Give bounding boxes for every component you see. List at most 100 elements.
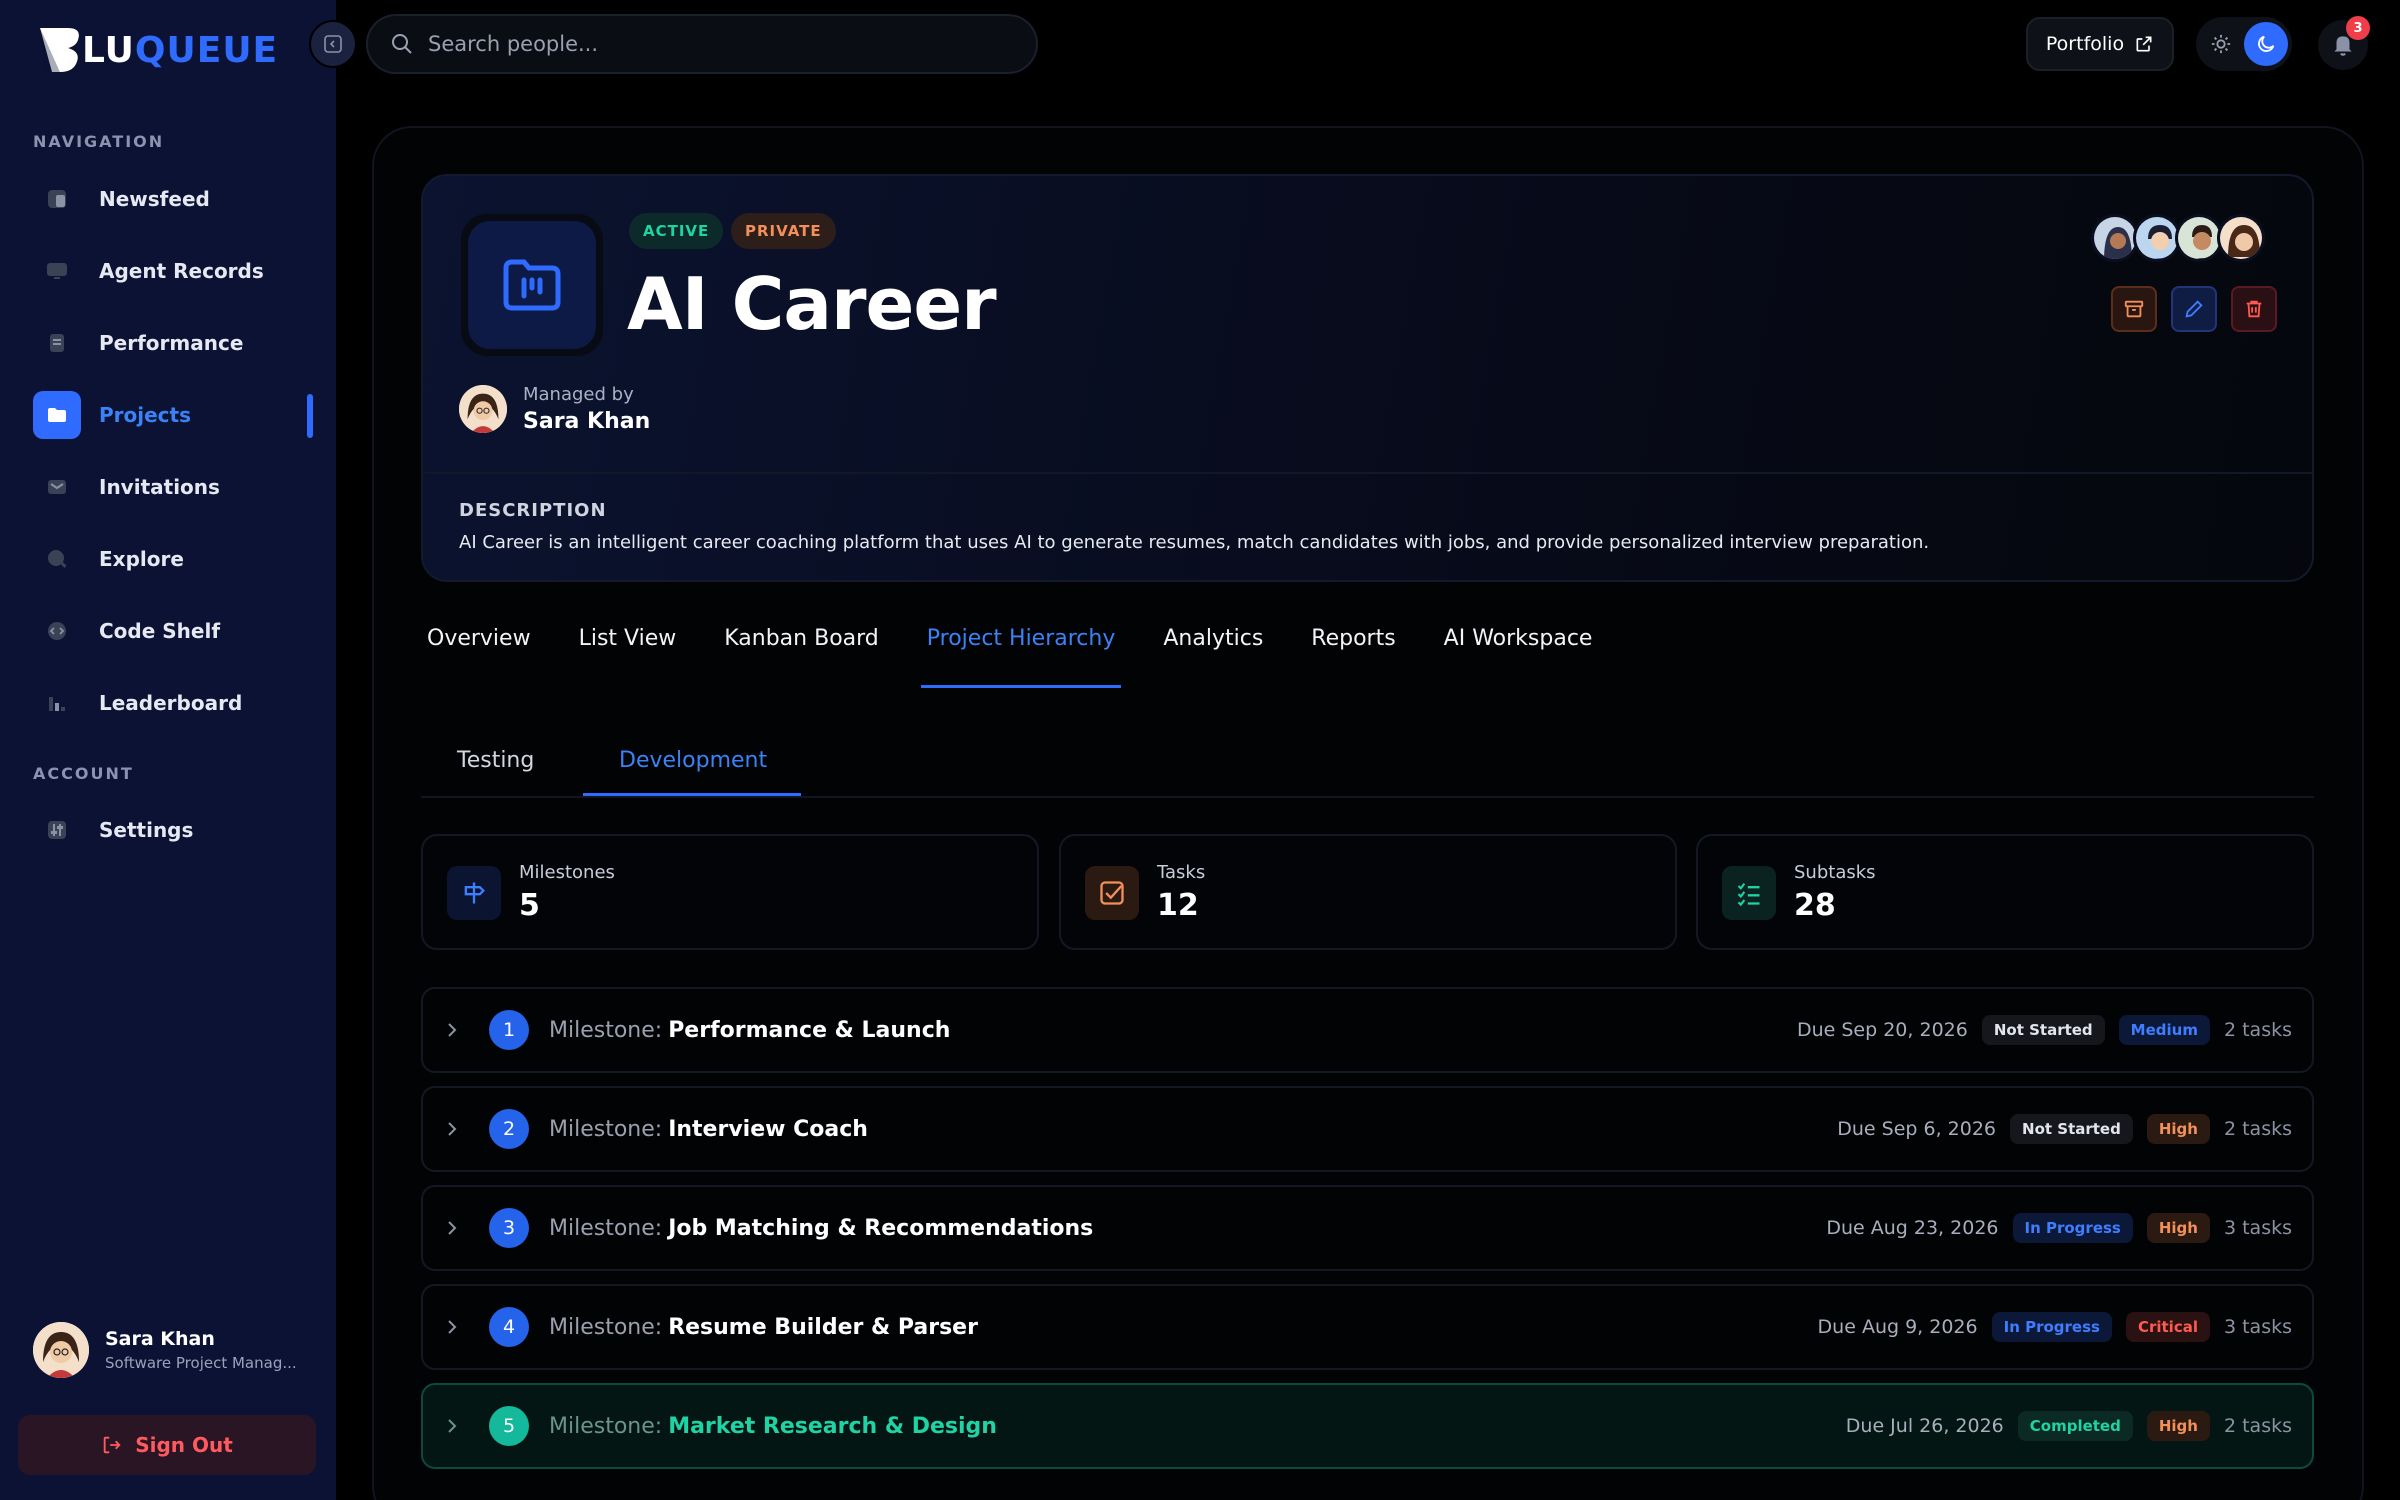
avatar[interactable] bbox=[2175, 214, 2223, 262]
delete-button[interactable] bbox=[2231, 286, 2277, 332]
stat-card-subtasks: Subtasks 28 bbox=[1696, 834, 2314, 950]
milestone-name: Market Research & Design bbox=[668, 1413, 997, 1439]
sidebar-item-newsfeed[interactable]: Newsfeed bbox=[33, 175, 313, 223]
mail-icon bbox=[33, 463, 81, 511]
milestone-row[interactable]: 3 Milestone: Job Matching & Recommendati… bbox=[421, 1185, 2314, 1271]
avatar bbox=[33, 1322, 89, 1378]
user-card[interactable]: Sara Khan Software Project Manag... bbox=[33, 1322, 297, 1378]
folder-icon bbox=[468, 221, 596, 349]
project-description: AI Career is an intelligent career coach… bbox=[459, 532, 1930, 553]
milestone-prefix: Milestone: bbox=[549, 1116, 663, 1142]
tab-ai-workspace[interactable]: AI Workspace bbox=[1444, 626, 1593, 688]
sidebar-item-explore[interactable]: Explore bbox=[33, 535, 313, 583]
portfolio-button[interactable]: Portfolio bbox=[2026, 17, 2174, 71]
signpost-icon bbox=[447, 866, 501, 920]
tab-list-view[interactable]: List View bbox=[579, 626, 677, 688]
sidebar: LUQUEUE NAVIGATION Newsfeed Agent Record… bbox=[0, 0, 336, 1500]
project-manager: Managed by Sara Khan bbox=[459, 384, 650, 434]
sidebar-item-label: Projects bbox=[99, 403, 192, 427]
page-title: AI Career bbox=[627, 262, 997, 346]
user-name: Sara Khan bbox=[105, 1328, 215, 1350]
app-logo[interactable]: LUQUEUE bbox=[38, 24, 278, 76]
project-tabs: Overview List View Kanban Board Project … bbox=[427, 626, 1640, 688]
tab-analytics[interactable]: Analytics bbox=[1163, 626, 1263, 688]
theme-toggle[interactable] bbox=[2196, 17, 2292, 71]
archive-icon bbox=[2124, 300, 2144, 318]
sidebar-item-performance[interactable]: Performance bbox=[33, 319, 313, 367]
avatar[interactable] bbox=[2217, 214, 2265, 262]
visibility-badge: PRIVATE bbox=[731, 213, 836, 249]
milestone-name: Interview Coach bbox=[668, 1116, 868, 1142]
priority-badge: High bbox=[2146, 1411, 2210, 1441]
archive-button[interactable] bbox=[2111, 286, 2157, 332]
nav-section-label: NAVIGATION bbox=[33, 132, 165, 151]
milestone-row[interactable]: 1 Milestone: Performance & Launch Due Se… bbox=[421, 987, 2314, 1073]
chevron-right-icon[interactable] bbox=[445, 1221, 459, 1235]
milestone-due-date: Due Sep 6, 2026 bbox=[1837, 1118, 1997, 1140]
milestone-prefix: Milestone: bbox=[549, 1413, 663, 1439]
milestone-due-date: Due Aug 9, 2026 bbox=[1817, 1316, 1978, 1338]
checklist-icon bbox=[1722, 866, 1776, 920]
managed-by-label: Managed by bbox=[523, 384, 634, 405]
status-badge: ACTIVE bbox=[629, 213, 724, 249]
milestone-due-date: Due Aug 23, 2026 bbox=[1826, 1217, 1999, 1239]
tab-overview[interactable]: Overview bbox=[427, 626, 531, 688]
subtab-active-indicator bbox=[583, 793, 801, 796]
sign-out-button[interactable]: Sign Out bbox=[18, 1415, 316, 1475]
clipboard-icon bbox=[33, 319, 81, 367]
tab-reports[interactable]: Reports bbox=[1311, 626, 1395, 688]
collapse-sidebar-button[interactable] bbox=[309, 20, 357, 68]
milestone-row[interactable]: 2 Milestone: Interview Coach Due Sep 6, … bbox=[421, 1086, 2314, 1172]
sidebar-item-invitations[interactable]: Invitations bbox=[33, 463, 313, 511]
sidebar-item-label: Performance bbox=[99, 331, 244, 355]
sidebar-item-agent-records[interactable]: Agent Records bbox=[33, 247, 313, 295]
edit-button[interactable] bbox=[2171, 286, 2217, 332]
divider bbox=[423, 472, 2312, 474]
search-bar[interactable] bbox=[366, 14, 1038, 74]
search-icon bbox=[33, 535, 81, 583]
sidebar-item-projects[interactable]: Projects bbox=[33, 391, 313, 439]
milestone-row[interactable]: 5 Milestone: Market Research & Design Du… bbox=[421, 1383, 2314, 1469]
priority-badge: Medium bbox=[2118, 1015, 2210, 1045]
sidebar-item-label: Agent Records bbox=[99, 259, 264, 283]
sidebar-item-code-shelf[interactable]: Code Shelf bbox=[33, 607, 313, 655]
project-header-card: ACTIVE PRIVATE AI Career Managed by Sara… bbox=[421, 174, 2314, 582]
avatar[interactable] bbox=[2133, 214, 2181, 262]
stat-value: 28 bbox=[1794, 888, 1836, 923]
account-section-label: ACCOUNT bbox=[33, 764, 134, 783]
avatar bbox=[459, 385, 507, 433]
chevron-right-icon[interactable] bbox=[445, 1419, 459, 1433]
sign-out-label: Sign Out bbox=[135, 1433, 233, 1457]
task-count: 3 tasks bbox=[2223, 1316, 2292, 1338]
sidebar-item-label: Newsfeed bbox=[99, 187, 210, 211]
sidebar-item-settings[interactable]: Settings bbox=[33, 806, 313, 854]
milestone-number: 4 bbox=[489, 1307, 529, 1347]
subtab-testing[interactable]: Testing bbox=[457, 748, 534, 773]
subtab-development[interactable]: Development bbox=[619, 748, 767, 773]
tab-project-hierarchy[interactable]: Project Hierarchy bbox=[920, 626, 1121, 688]
search-input[interactable] bbox=[428, 32, 988, 56]
sidebar-item-leaderboard[interactable]: Leaderboard bbox=[33, 679, 313, 727]
chevron-right-icon[interactable] bbox=[445, 1023, 459, 1037]
sun-icon[interactable] bbox=[2210, 33, 2232, 55]
user-role: Software Project Manag... bbox=[105, 1354, 297, 1372]
settings-icon bbox=[33, 806, 81, 854]
notification-count-badge: 3 bbox=[2346, 16, 2370, 40]
chevron-right-icon[interactable] bbox=[445, 1122, 459, 1136]
moon-icon[interactable] bbox=[2244, 22, 2288, 66]
milestone-row[interactable]: 4 Milestone: Resume Builder & Parser Due… bbox=[421, 1284, 2314, 1370]
description-label: DESCRIPTION bbox=[459, 500, 607, 521]
stat-card-tasks: Tasks 12 bbox=[1059, 834, 1677, 950]
status-badge: Completed bbox=[2017, 1411, 2133, 1441]
tab-kanban-board[interactable]: Kanban Board bbox=[724, 626, 879, 688]
logo-text-lu: LU bbox=[82, 29, 135, 71]
chevron-right-icon[interactable] bbox=[445, 1320, 459, 1334]
avatar[interactable] bbox=[2091, 214, 2139, 262]
newsfeed-icon bbox=[33, 175, 81, 223]
subtabs-divider bbox=[421, 796, 2314, 798]
priority-badge: High bbox=[2146, 1213, 2210, 1243]
team-avatars[interactable] bbox=[2091, 214, 2265, 262]
stat-card-milestones: Milestones 5 bbox=[421, 834, 1039, 950]
monitor-icon bbox=[33, 247, 81, 295]
external-link-icon bbox=[2136, 36, 2152, 52]
